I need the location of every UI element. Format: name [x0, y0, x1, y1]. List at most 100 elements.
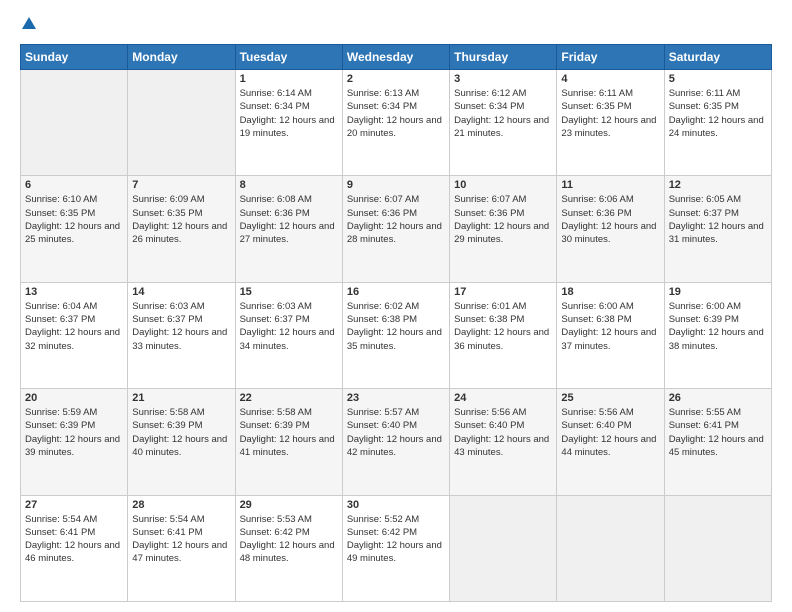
daylight-text: Daylight: 12 hours and 44 minutes.	[561, 434, 656, 458]
calendar-cell	[450, 495, 557, 601]
daylight-text: Daylight: 12 hours and 49 minutes.	[347, 540, 442, 564]
day-info: Sunrise: 5:54 AMSunset: 6:41 PMDaylight:…	[132, 513, 230, 566]
day-number: 2	[347, 73, 445, 85]
calendar-table: SundayMondayTuesdayWednesdayThursdayFrid…	[20, 44, 772, 602]
sunset-text: Sunset: 6:38 PM	[561, 314, 631, 325]
daylight-text: Daylight: 12 hours and 31 minutes.	[669, 221, 764, 245]
sunset-text: Sunset: 6:42 PM	[240, 527, 310, 538]
calendar-body: 1Sunrise: 6:14 AMSunset: 6:34 PMDaylight…	[21, 70, 772, 602]
daylight-text: Daylight: 12 hours and 26 minutes.	[132, 221, 227, 245]
daylight-text: Daylight: 12 hours and 46 minutes.	[25, 540, 120, 564]
calendar-week-4: 20 Sunrise: 5:59 AM Sunset: 6:39 PM Dayligh…	[21, 389, 772, 495]
sunset-text: Sunset: 6:41 PM	[669, 420, 739, 431]
daylight-text: Daylight: 12 hours and 37 minutes.	[561, 327, 656, 351]
day-number: 14	[132, 286, 230, 298]
sunrise-text: Sunrise: 5:54 AM	[132, 514, 204, 525]
sunset-text: Sunset: 6:37 PM	[132, 314, 202, 325]
day-info: Sunrise: 6:03 AM Sunset: 6:37 PM Daylight:…	[132, 300, 230, 353]
day-number: 9	[347, 179, 445, 191]
sunset-text: Sunset: 6:38 PM	[454, 314, 524, 325]
day-info: Sunrise: 6:03 AMSunset: 6:37 PMDaylight:…	[240, 300, 338, 353]
calendar-week-2: 6 Sunrise: 6:10 AMSunset: 6:35 PMDaylight…	[21, 176, 772, 282]
sunset-text: Sunset: 6:39 PM	[25, 420, 95, 431]
day-info: Sunrise: 6:11 AMSunset: 6:35 PMDaylight:…	[561, 87, 659, 140]
calendar-cell: 26Sunrise: 5:55 AMSunset: 6:41 PMDayligh…	[664, 389, 771, 495]
sunset-text: Sunset: 6:37 PM	[240, 314, 310, 325]
daylight-text: Daylight: 12 hours and 45 minutes.	[669, 434, 764, 458]
day-info: Sunrise: 5:54 AMSunset: 6:41 PMDaylight:…	[25, 513, 123, 566]
sunset-text: Sunset: 6:41 PM	[25, 527, 95, 538]
day-number: 4	[561, 73, 659, 85]
calendar-cell: 2 Sunrise: 6:13 AMSunset: 6:34 PMDaylight…	[342, 70, 449, 176]
day-info: Sunrise: 6:01 AMSunset: 6:38 PMDaylight:…	[454, 300, 552, 353]
daylight-text: Daylight: 12 hours and 23 minutes.	[561, 115, 656, 139]
sunset-text: Sunset: 6:40 PM	[347, 420, 417, 431]
day-number: 16	[347, 286, 445, 298]
sunrise-text: Sunrise: 5:52 AM	[347, 514, 419, 525]
calendar-cell: 5Sunrise: 6:11 AMSunset: 6:35 PMDaylight…	[664, 70, 771, 176]
sunrise-text: Sunrise: 6:00 AM	[561, 301, 633, 312]
calendar-cell: 24Sunrise: 5:56 AMSunset: 6:40 PMDayligh…	[450, 389, 557, 495]
day-number: 6	[25, 179, 123, 191]
day-info: Sunrise: 6:13 AMSunset: 6:34 PMDaylight:…	[347, 87, 445, 140]
calendar-cell: 9 Sunrise: 6:07 AMSunset: 6:36 PMDaylight…	[342, 176, 449, 282]
calendar-cell: 30Sunrise: 5:52 AMSunset: 6:42 PMDayligh…	[342, 495, 449, 601]
daylight-text: Daylight: 12 hours and 27 minutes.	[240, 221, 335, 245]
calendar-cell: 13Sunrise: 6:04 AMSunset: 6:37 PMDayligh…	[21, 282, 128, 388]
sunset-text: Sunset: 6:42 PM	[347, 527, 417, 538]
calendar-cell: 28Sunrise: 5:54 AMSunset: 6:41 PMDayligh…	[128, 495, 235, 601]
sunset-text: Sunset: 6:34 PM	[347, 101, 417, 112]
daylight-text: Daylight: 12 hours and 30 minutes.	[561, 221, 656, 245]
sunset-text: Sunset: 6:41 PM	[132, 527, 202, 538]
day-header-friday: Friday	[557, 45, 664, 70]
sunset-text: Sunset: 6:39 PM	[669, 314, 739, 325]
day-info: Sunrise: 6:08 AMSunset: 6:36 PMDaylight:…	[240, 193, 338, 246]
day-number: 20	[25, 392, 123, 404]
sunrise-text: Sunrise: 5:55 AM	[669, 407, 741, 418]
daylight-text: Daylight: 12 hours and 34 minutes.	[240, 327, 335, 351]
day-info: Sunrise: 5:52 AM Sunset: 6:42 PM Daylight:…	[347, 513, 445, 566]
calendar-cell	[128, 70, 235, 176]
day-number: 3	[454, 73, 552, 85]
daylight-text: Daylight: 12 hours and 29 minutes.	[454, 221, 549, 245]
calendar-cell: 8 Sunrise: 6:08 AMSunset: 6:36 PMDaylight…	[235, 176, 342, 282]
sunrise-text: Sunrise: 5:58 AM	[132, 407, 204, 418]
daylight-text: Daylight: 12 hours and 39 minutes.	[25, 434, 120, 458]
calendar-cell: 20 Sunrise: 5:59 AM Sunset: 6:39 PM Dayligh…	[21, 389, 128, 495]
day-info: Sunrise: 5:56 AMSunset: 6:40 PMDaylight:…	[454, 406, 552, 459]
sunrise-text: Sunrise: 5:56 AM	[454, 407, 526, 418]
day-number: 12	[669, 179, 767, 191]
daylight-text: Daylight: 12 hours and 25 minutes.	[25, 221, 120, 245]
calendar-cell: 17Sunrise: 6:01 AMSunset: 6:38 PMDayligh…	[450, 282, 557, 388]
day-info: Sunrise: 6:07 AMSunset: 6:36 PMDaylight:…	[454, 193, 552, 246]
header	[20, 16, 772, 34]
sunrise-text: Sunrise: 6:08 AM	[240, 194, 312, 205]
sunset-text: Sunset: 6:39 PM	[132, 420, 202, 431]
day-info: Sunrise: 5:53 AMSunset: 6:42 PMDaylight:…	[240, 513, 338, 566]
daylight-text: Daylight: 12 hours and 33 minutes.	[132, 327, 227, 351]
logo	[20, 16, 36, 34]
daylight-text: Daylight: 12 hours and 35 minutes.	[347, 327, 442, 351]
day-number: 28	[132, 499, 230, 511]
sunset-text: Sunset: 6:39 PM	[240, 420, 310, 431]
day-info: Sunrise: 5:58 AMSunset: 6:39 PMDaylight:…	[132, 406, 230, 459]
sunrise-text: Sunrise: 6:03 AM	[132, 301, 204, 312]
sunrise-text: Sunrise: 6:02 AM	[347, 301, 419, 312]
day-info: Sunrise: 6:07 AMSunset: 6:36 PMDaylight:…	[347, 193, 445, 246]
calendar-cell: 4 Sunrise: 6:11 AMSunset: 6:35 PMDaylight…	[557, 70, 664, 176]
calendar-cell: 23Sunrise: 5:57 AMSunset: 6:40 PMDayligh…	[342, 389, 449, 495]
day-info: Sunrise: 6:10 AMSunset: 6:35 PMDaylight:…	[25, 193, 123, 246]
day-number: 15	[240, 286, 338, 298]
calendar-week-1: 1Sunrise: 6:14 AMSunset: 6:34 PMDaylight…	[21, 70, 772, 176]
day-info: Sunrise: 5:57 AMSunset: 6:40 PMDaylight:…	[347, 406, 445, 459]
day-number: 13	[25, 286, 123, 298]
sunrise-text: Sunrise: 6:12 AM	[454, 88, 526, 99]
day-number: 8	[240, 179, 338, 191]
sunrise-text: Sunrise: 5:59 AM	[25, 407, 97, 418]
sunrise-text: Sunrise: 5:58 AM	[240, 407, 312, 418]
day-info: Sunrise: 6:06 AMSunset: 6:36 PMDaylight:…	[561, 193, 659, 246]
sunrise-text: Sunrise: 6:11 AM	[561, 88, 633, 99]
sunset-text: Sunset: 6:36 PM	[561, 208, 631, 219]
sunset-text: Sunset: 6:38 PM	[347, 314, 417, 325]
day-number: 11	[561, 179, 659, 191]
